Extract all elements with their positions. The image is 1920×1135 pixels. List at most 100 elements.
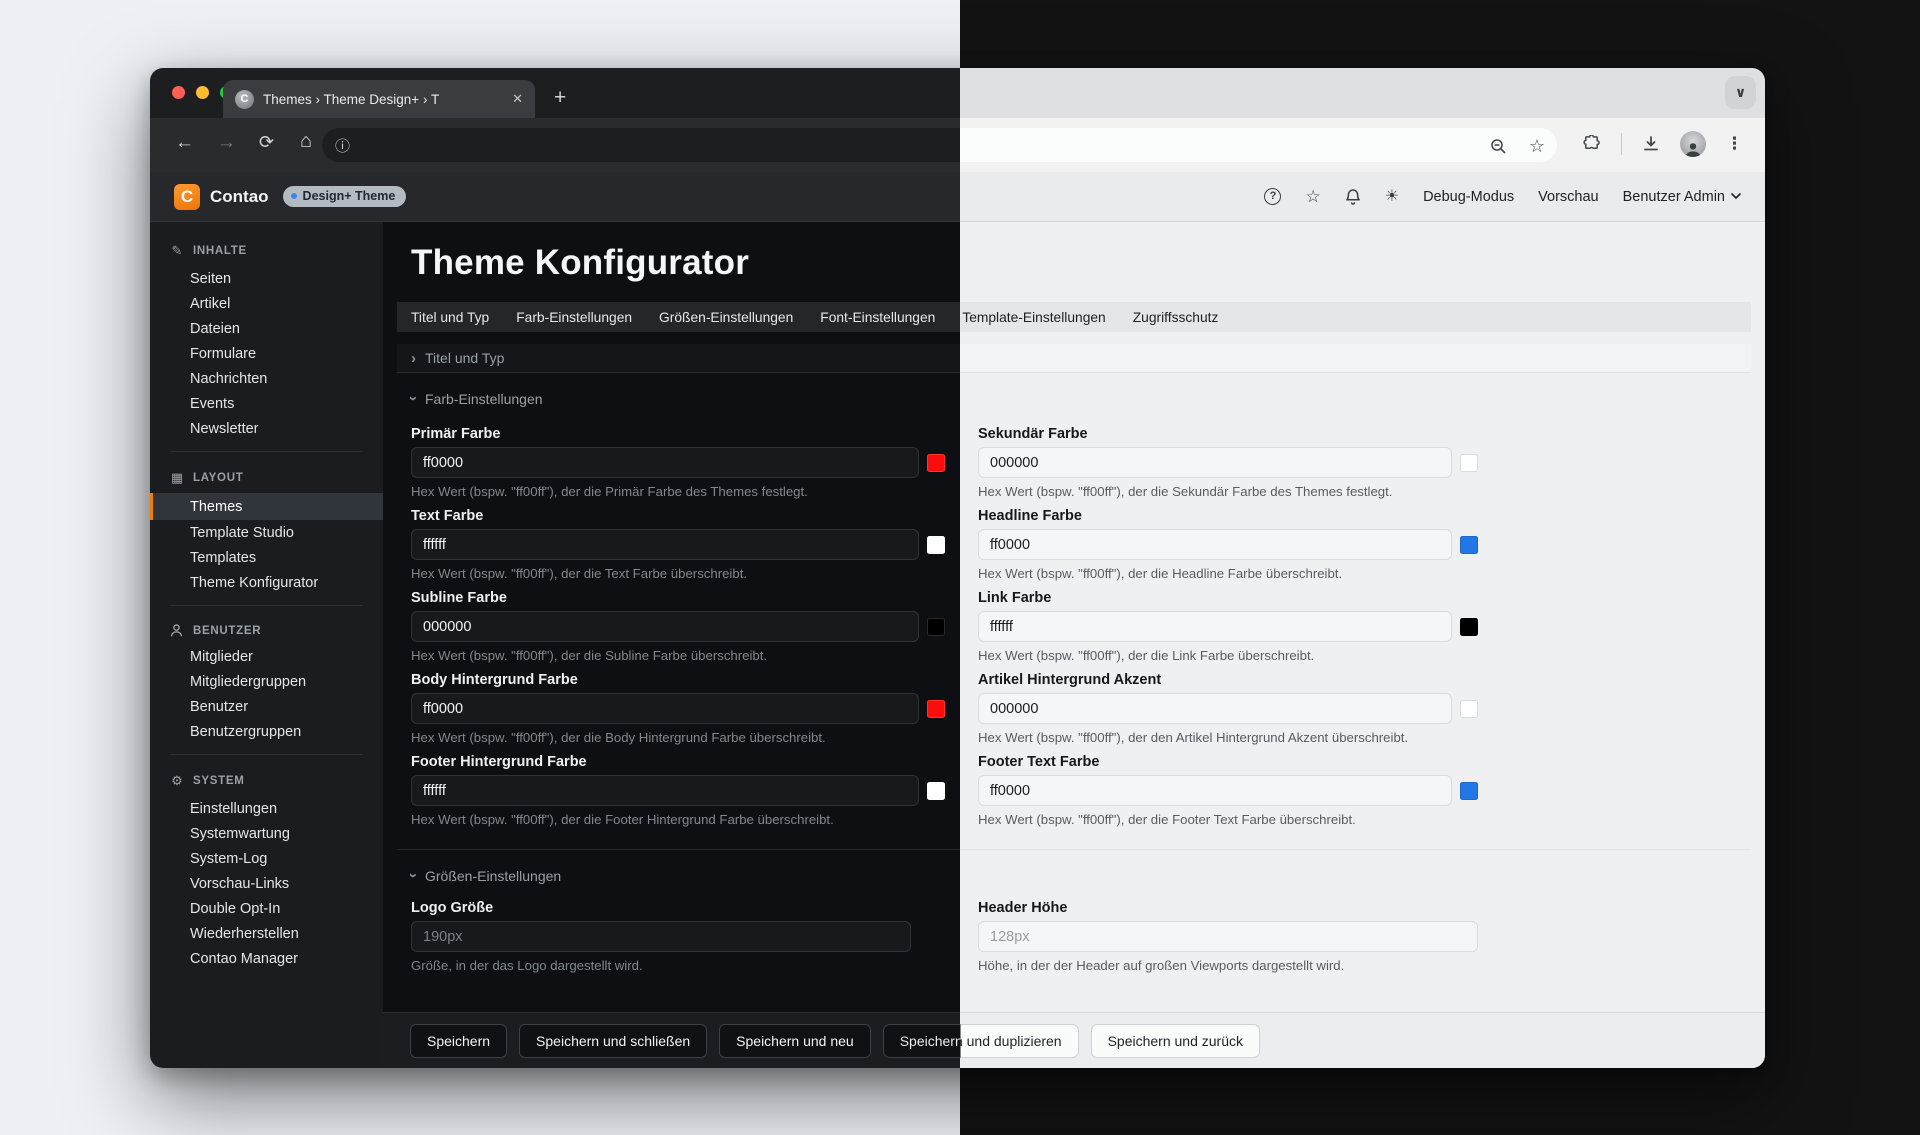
sidebar-item-einstellungen[interactable]: Einstellungen bbox=[150, 796, 383, 821]
tab-template-einstellungen[interactable]: Template-Einstellungen bbox=[962, 310, 1105, 325]
site-info-icon[interactable]: ⓘ bbox=[335, 135, 350, 156]
subline-farbe-input[interactable] bbox=[411, 611, 919, 642]
sidebar-item-themes[interactable]: Themes bbox=[150, 493, 383, 520]
color-swatch[interactable] bbox=[927, 454, 945, 472]
sidebar-item-system-log[interactable]: System-Log bbox=[150, 846, 383, 871]
chevron-down-icon[interactable]: ∨ bbox=[1725, 76, 1756, 109]
forward-icon[interactable]: → bbox=[217, 132, 236, 154]
tab-groessen-einstellungen[interactable]: Größen-Einstellungen bbox=[659, 310, 793, 325]
sidebar-item-template-studio[interactable]: Template Studio bbox=[150, 520, 383, 545]
tab-titel-und-typ[interactable]: Titel und Typ bbox=[411, 310, 489, 325]
sidebar-divider bbox=[170, 451, 363, 452]
close-tab-icon[interactable]: ✕ bbox=[512, 91, 523, 107]
bookmark-star-icon[interactable]: ☆ bbox=[1529, 136, 1545, 157]
field-label: Primär Farbe bbox=[411, 426, 945, 442]
field-label: Logo Größe bbox=[411, 900, 945, 916]
new-tab-button[interactable]: + bbox=[554, 84, 566, 112]
sidebar-section-label: INHALTE bbox=[193, 245, 247, 257]
tab-farb-einstellungen[interactable]: Farb-Einstellungen bbox=[516, 310, 632, 325]
color-swatch[interactable] bbox=[927, 618, 945, 636]
color-swatch[interactable] bbox=[927, 782, 945, 800]
back-icon[interactable]: ← bbox=[175, 132, 194, 154]
color-swatch[interactable] bbox=[927, 700, 945, 718]
help-icon[interactable]: ? bbox=[1264, 188, 1281, 205]
sidebar-item-templates[interactable]: Templates bbox=[150, 545, 383, 570]
footer-text-farbe-input[interactable] bbox=[978, 775, 1452, 806]
sidebar-item-double-opt-in[interactable]: Double Opt-In bbox=[150, 896, 383, 921]
color-swatch[interactable] bbox=[1460, 454, 1478, 472]
debug-mode-link[interactable]: Debug-Modus bbox=[1423, 189, 1514, 205]
color-swatch[interactable] bbox=[1460, 618, 1478, 636]
settings-tabstrip: Titel und Typ Farb-Einstellungen Größen-… bbox=[397, 302, 1751, 332]
save-and-duplicate-button[interactable]: Speichern und duplizieren bbox=[884, 1025, 1078, 1057]
section-groessen-einstellungen-header[interactable]: › Größen-Einstellungen bbox=[411, 867, 1737, 884]
tab-font-einstellungen[interactable]: Font-Einstellungen bbox=[820, 310, 935, 325]
body-hintergrund-farbe-input[interactable] bbox=[411, 693, 919, 724]
close-window-button[interactable] bbox=[172, 86, 185, 99]
sidebar-item-benutzer[interactable]: Benutzer bbox=[150, 694, 383, 719]
field-sekundaer-farbe: Sekundär Farbe Hex Wert (bspw. "ff00ff")… bbox=[978, 426, 1478, 499]
footer-hintergrund-farbe-input[interactable] bbox=[411, 775, 919, 806]
preview-link[interactable]: Vorschau bbox=[1538, 189, 1598, 205]
save-and-back-button[interactable]: Speichern und zurück bbox=[1091, 1024, 1260, 1058]
color-swatch[interactable] bbox=[1460, 782, 1478, 800]
sidebar-item-newsletter[interactable]: Newsletter bbox=[150, 416, 383, 441]
extensions-icon[interactable] bbox=[1582, 135, 1601, 154]
primaer-farbe-input[interactable] bbox=[411, 447, 919, 478]
sidebar-item-seiten[interactable]: Seiten bbox=[150, 266, 383, 291]
headline-farbe-input[interactable] bbox=[978, 529, 1452, 560]
downloads-icon[interactable] bbox=[1642, 135, 1660, 153]
text-farbe-input[interactable] bbox=[411, 529, 919, 560]
color-swatch[interactable] bbox=[1460, 700, 1478, 718]
sidebar-item-formulare[interactable]: Formulare bbox=[150, 341, 383, 366]
sidebar-item-mitglieder[interactable]: Mitglieder bbox=[150, 644, 383, 669]
browser-tab[interactable]: C Themes › Theme Design+ › T ✕ bbox=[223, 80, 535, 118]
color-swatch[interactable] bbox=[927, 536, 945, 554]
link-farbe-input[interactable] bbox=[978, 611, 1452, 642]
sidebar-item-vorschau-links[interactable]: Vorschau-Links bbox=[150, 871, 383, 896]
badge-dot-icon bbox=[291, 193, 297, 199]
field-help: Hex Wert (bspw. "ff00ff"), der die Text … bbox=[411, 566, 945, 581]
profile-avatar[interactable] bbox=[1680, 131, 1706, 157]
field-label: Body Hintergrund Farbe bbox=[411, 672, 945, 688]
tab-zugriffsschutz[interactable]: Zugriffsschutz bbox=[1133, 310, 1219, 325]
sidebar-item-systemwartung[interactable]: Systemwartung bbox=[150, 821, 383, 846]
browser-titlebar: C Themes › Theme Design+ › T ✕ + ∨ bbox=[150, 68, 1765, 118]
contao-header: C Contao Design+ Theme ? ☆ ☀ Debug-Modus… bbox=[150, 172, 1765, 221]
notifications-bell-icon[interactable] bbox=[1345, 188, 1361, 206]
sidebar-item-artikel[interactable]: Artikel bbox=[150, 291, 383, 316]
light-mode-sun-icon[interactable]: ☀ bbox=[1385, 189, 1399, 205]
reload-icon[interactable]: ⟳ bbox=[259, 132, 274, 153]
browser-menu-icon[interactable]: ⋮ bbox=[1726, 134, 1743, 154]
sekundaer-farbe-input[interactable] bbox=[978, 447, 1452, 478]
favorites-star-icon[interactable]: ☆ bbox=[1305, 188, 1320, 205]
brand-name: Contao bbox=[210, 187, 269, 207]
sidebar-item-nachrichten[interactable]: Nachrichten bbox=[150, 366, 383, 391]
color-swatch[interactable] bbox=[1460, 536, 1478, 554]
save-button[interactable]: Speichern bbox=[410, 1024, 507, 1058]
zoom-out-icon[interactable] bbox=[1490, 138, 1507, 155]
field-help: Höhe, in der der Header auf großen Viewp… bbox=[978, 958, 1478, 973]
field-label: Headline Farbe bbox=[978, 508, 1478, 524]
user-menu[interactable]: Benutzer Admin bbox=[1623, 189, 1741, 205]
sidebar-item-events[interactable]: Events bbox=[150, 391, 383, 416]
address-bar[interactable]: ⓘ ☆ bbox=[322, 128, 1557, 162]
pencil-icon: ✎ bbox=[170, 243, 184, 259]
header-hoehe-input[interactable] bbox=[978, 921, 1478, 952]
sidebar-item-wiederherstellen[interactable]: Wiederherstellen bbox=[150, 921, 383, 946]
field-label: Footer Hintergrund Farbe bbox=[411, 754, 945, 770]
sidebar-item-mitgliedergruppen[interactable]: Mitgliedergruppen bbox=[150, 669, 383, 694]
sidebar-item-dateien[interactable]: Dateien bbox=[150, 316, 383, 341]
minimize-window-button[interactable] bbox=[196, 86, 209, 99]
sidebar-item-benutzergruppen[interactable]: Benutzergruppen bbox=[150, 719, 383, 744]
sidebar-item-contao-manager[interactable]: Contao Manager bbox=[150, 946, 383, 971]
field-help: Größe, in der das Logo dargestellt wird. bbox=[411, 958, 945, 973]
home-icon[interactable]: ⌂ bbox=[300, 130, 312, 153]
artikel-hintergrund-akzent-input[interactable] bbox=[978, 693, 1452, 724]
section-titel-und-typ-collapsed[interactable]: › Titel und Typ bbox=[397, 344, 1751, 372]
sidebar-item-theme-konfigurator[interactable]: Theme Konfigurator bbox=[150, 570, 383, 595]
section-farb-einstellungen-header[interactable]: › Farb-Einstellungen bbox=[411, 390, 1737, 407]
logo-groesse-input[interactable] bbox=[411, 921, 911, 952]
save-and-close-button[interactable]: Speichern und schließen bbox=[519, 1024, 707, 1058]
save-and-new-button[interactable]: Speichern und neu bbox=[719, 1024, 871, 1058]
